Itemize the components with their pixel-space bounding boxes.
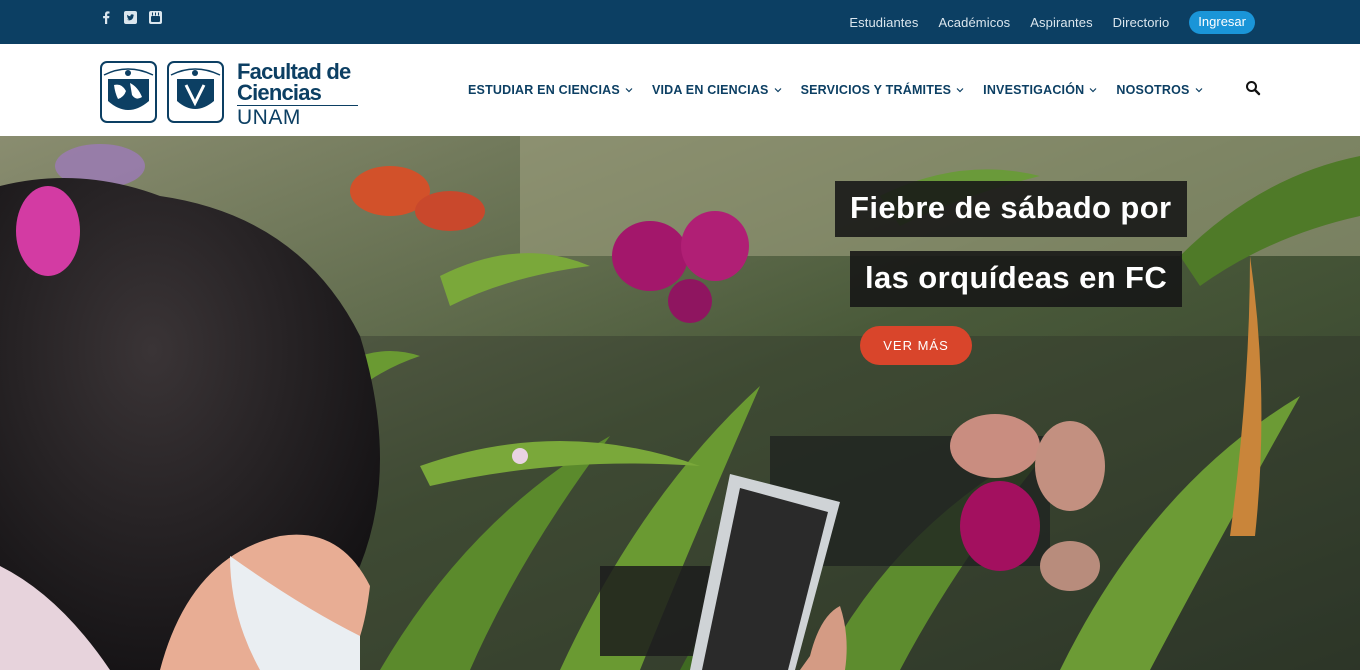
top-bar: Estudiantes Académicos Aspirantes Direct… <box>0 0 1360 44</box>
link-estudiantes[interactable]: Estudiantes <box>849 15 918 30</box>
menu-servicios[interactable]: SERVICIOS Y TRÁMITES <box>801 83 965 97</box>
menu-nosotros[interactable]: NOSOTROS <box>1116 83 1202 97</box>
chevron-down-icon <box>625 88 633 93</box>
menu-nosotros-label: NOSOTROS <box>1116 83 1190 97</box>
top-links: Estudiantes Académicos Aspirantes Direct… <box>829 0 1255 44</box>
link-academicos[interactable]: Académicos <box>938 15 1010 30</box>
youtube-icon[interactable] <box>149 10 162 24</box>
primary-menu: ESTUDIAR EN CIENCIAS VIDA EN CIENCIAS SE… <box>468 44 1222 136</box>
hero-slider: Fiebre de sábado por las orquídeas en FC… <box>0 136 1360 670</box>
menu-servicios-label: SERVICIOS Y TRÁMITES <box>800 83 952 97</box>
brand-line-3: UNAM <box>237 106 301 129</box>
hero-title-line-1: Fiebre de sábado por <box>835 181 1187 237</box>
twitter-icon[interactable] <box>124 10 137 24</box>
menu-vida[interactable]: VIDA EN CIENCIAS <box>652 83 782 97</box>
chevron-down-icon <box>1195 88 1202 93</box>
facebook-icon[interactable] <box>99 10 112 24</box>
hero-title-line-2: las orquídeas en FC <box>850 251 1183 307</box>
site-logo[interactable]: Facultad de Ciencias UNAM <box>100 61 358 129</box>
menu-estudiar-label: ESTUDIAR EN CIENCIAS <box>468 83 620 97</box>
search-icon[interactable] <box>1245 80 1261 96</box>
chevron-down-icon <box>1089 88 1097 93</box>
unam-seal-icon <box>100 61 157 123</box>
faculty-seal-icon <box>167 61 224 123</box>
link-aspirantes[interactable]: Aspirantes <box>1030 15 1092 30</box>
ver-mas-button[interactable]: VER MÁS <box>860 326 972 365</box>
menu-investigacion[interactable]: INVESTIGACIÓN <box>983 83 1097 97</box>
brand-line-2: Ciencias <box>237 80 322 105</box>
chevron-down-icon <box>774 88 782 93</box>
brand-line-1: Facultad de <box>237 59 351 84</box>
menu-estudiar[interactable]: ESTUDIAR EN CIENCIAS <box>468 83 633 97</box>
chevron-down-icon <box>956 88 964 93</box>
social-links <box>99 10 162 24</box>
link-directorio[interactable]: Directorio <box>1113 15 1170 30</box>
main-nav: Facultad de Ciencias UNAM ESTUDIAR EN CI… <box>0 44 1360 136</box>
menu-investigacion-label: INVESTIGACIÓN <box>983 83 1085 97</box>
login-button[interactable]: Ingresar <box>1189 10 1255 34</box>
brand-text: Facultad de Ciencias UNAM <box>237 61 358 129</box>
menu-vida-label: VIDA EN CIENCIAS <box>651 83 769 97</box>
